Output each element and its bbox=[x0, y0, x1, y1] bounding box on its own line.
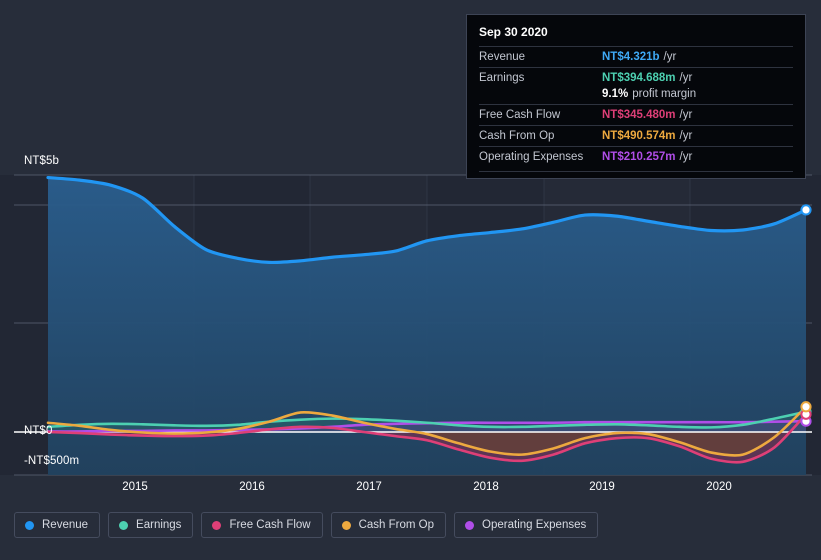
tooltip-unit: /yr bbox=[679, 151, 693, 163]
x-axis-label-2017: 2017 bbox=[356, 481, 382, 493]
tooltip-bottom-divider bbox=[479, 171, 793, 172]
tooltip-unit: /yr bbox=[663, 51, 677, 63]
legend-item-cash-from-op[interactable]: Cash From Op bbox=[330, 512, 447, 538]
x-axis-label-2016: 2016 bbox=[239, 481, 265, 493]
legend-label: Free Cash Flow bbox=[229, 519, 311, 531]
y-axis-label-zero: NT$0 bbox=[24, 425, 53, 437]
legend-item-revenue[interactable]: Revenue bbox=[14, 512, 101, 538]
tooltip-value: NT$4.321b bbox=[602, 51, 660, 63]
x-axis-label-2020: 2020 bbox=[706, 481, 732, 493]
tooltip-unit: /yr bbox=[679, 130, 693, 142]
legend-label: Operating Expenses bbox=[482, 519, 587, 531]
legend-dot-icon bbox=[119, 520, 129, 530]
tooltip-value: 9.1% bbox=[602, 88, 629, 100]
legend-item-free-cash-flow[interactable]: Free Cash Flow bbox=[201, 512, 323, 538]
legend-dot-icon bbox=[25, 520, 34, 530]
tooltip-date: Sep 30 2020 bbox=[479, 25, 548, 39]
tooltip-value: NT$210.257m bbox=[602, 151, 676, 163]
tooltip-label: Revenue bbox=[479, 51, 526, 63]
chart-tooltip: Sep 30 2020 Revenue NT$4.321b /yr Earnin… bbox=[466, 14, 806, 179]
legend-item-earnings[interactable]: Earnings bbox=[108, 512, 194, 538]
legend-label: Earnings bbox=[136, 519, 182, 531]
tooltip-row-profit-margin: 9.1% profit margin bbox=[479, 88, 793, 104]
legend-dot-icon bbox=[212, 520, 222, 530]
tooltip-row-revenue: Revenue NT$4.321b /yr bbox=[479, 46, 793, 67]
tooltip-value: NT$345.480m bbox=[602, 109, 676, 121]
y-axis-label-top: NT$5b bbox=[24, 155, 60, 167]
tooltip-unit: profit margin bbox=[632, 88, 697, 100]
tooltip-unit: /yr bbox=[679, 72, 693, 84]
tooltip-label: Cash From Op bbox=[479, 130, 555, 142]
legend-label: Cash From Op bbox=[358, 519, 435, 531]
tooltip-value: NT$394.688m bbox=[602, 72, 676, 84]
tooltip-label: Earnings bbox=[479, 72, 525, 84]
tooltip-row-cash-from-op: Cash From Op NT$490.574m /yr bbox=[479, 125, 793, 146]
x-axis-label-2019: 2019 bbox=[589, 481, 615, 493]
legend-dot-icon bbox=[465, 520, 475, 530]
tooltip-unit: /yr bbox=[679, 109, 693, 121]
chart-screenshot: NT$5b NT$0 -NT$500m 2015 2016 2017 2018 … bbox=[0, 0, 821, 560]
tooltip-value: NT$490.574m bbox=[602, 130, 676, 142]
x-axis-label-2015: 2015 bbox=[122, 481, 148, 493]
chart-legend: Revenue Earnings Free Cash Flow Cash Fro… bbox=[14, 512, 599, 538]
tooltip-label: Operating Expenses bbox=[479, 151, 584, 163]
legend-item-operating-expenses[interactable]: Operating Expenses bbox=[454, 512, 599, 538]
x-axis-label-2018: 2018 bbox=[473, 481, 499, 493]
legend-label: Revenue bbox=[42, 519, 89, 531]
legend-dot-icon bbox=[341, 520, 351, 530]
tooltip-row-free-cash-flow: Free Cash Flow NT$345.480m /yr bbox=[479, 104, 793, 125]
tooltip-row-operating-expenses: Operating Expenses NT$210.257m /yr bbox=[479, 146, 793, 167]
y-axis-label-bottom: -NT$500m bbox=[24, 455, 80, 467]
tooltip-label: Free Cash Flow bbox=[479, 109, 561, 121]
tooltip-row-earnings: Earnings NT$394.688m /yr bbox=[479, 67, 793, 88]
